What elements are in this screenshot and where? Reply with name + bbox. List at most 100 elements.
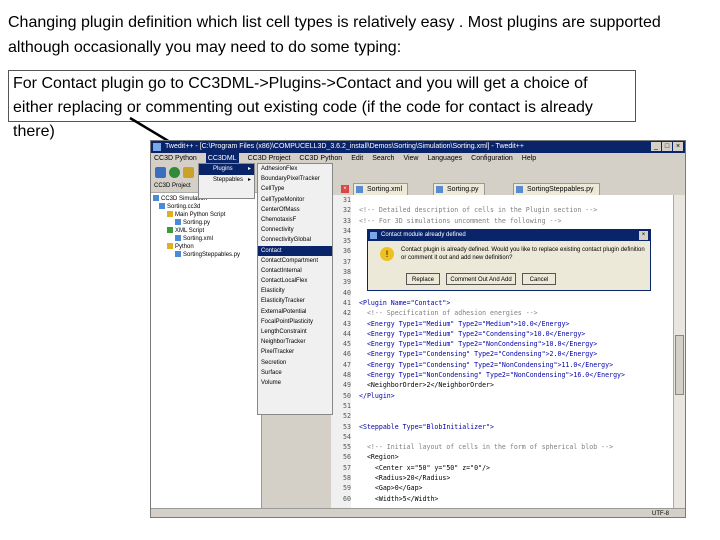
plugin-menu-item[interactable]: AdhesionFlex (258, 164, 332, 174)
line-number: 55 (343, 443, 351, 452)
line-number: 35 (343, 237, 351, 246)
project-panel: CC3D Project CC3D Simulation Sorting.cc3… (151, 181, 262, 517)
line-number: 41 (343, 298, 351, 307)
code-line: <Energy Type1="Condensing" Type2="NonCon… (359, 360, 614, 369)
line-number: 52 (343, 412, 351, 421)
line-number: 38 (343, 268, 351, 277)
tree-item[interactable]: XML Script (151, 227, 261, 235)
plugin-menu-item[interactable]: Secretion (258, 358, 332, 368)
code-line: <!-- For 3D simulations uncomment the fo… (359, 216, 562, 225)
plugins-submenu: AdhesionFlex BoundaryPixelTracker CellType… (257, 163, 333, 415)
plugin-menu-item[interactable]: ContactLocalFlex (258, 276, 332, 286)
code-line: <!-- Initial layout of cells in the form… (359, 443, 614, 452)
line-number: 32 (343, 206, 351, 215)
cancel-button[interactable]: Cancel (522, 273, 556, 285)
line-number: 56 (343, 453, 351, 462)
line-number: 48 (343, 371, 351, 380)
plugin-menu-item[interactable]: ContactInternal (258, 266, 332, 276)
dialog-close-button[interactable]: × (639, 231, 648, 240)
line-number: 31 (343, 196, 351, 204)
line-number: 50 (343, 391, 351, 400)
tree-item[interactable]: Sorting.xml (151, 235, 261, 243)
plugin-menu-item[interactable]: FocalPointPlasticity (258, 317, 332, 327)
plugin-menu-item[interactable]: CellType (258, 184, 332, 194)
warning-icon: ! (380, 247, 394, 261)
open-folder-icon[interactable] (183, 167, 194, 178)
code-line: <!-- Specification of adhesion energies … (359, 309, 538, 318)
python-icon (167, 243, 173, 250)
menu-item-steppables[interactable]: Steppables ▸ (199, 175, 254, 186)
menu-item[interactable]: Search (372, 153, 394, 164)
line-number: 60 (343, 494, 351, 503)
xml-icon (167, 227, 173, 234)
file-icon (175, 251, 181, 258)
simulation-icon (153, 195, 159, 202)
line-number: 51 (343, 401, 351, 410)
menu-item[interactable]: Help (522, 153, 536, 164)
plugin-menu-item[interactable]: LengthConstraint (258, 327, 332, 337)
code-line: <Radius>20</Radius> (359, 474, 451, 483)
plugin-menu-item[interactable]: ContactCompartment (258, 256, 332, 266)
tree-item[interactable]: Python (151, 243, 261, 251)
code-line: <Plugin Name="Contact"> (359, 298, 451, 307)
menu-item[interactable]: View (403, 153, 418, 164)
app-screenshot: Twedit++ - [C:\Program Files (x86)\COMPU… (150, 140, 686, 518)
plugin-menu-item[interactable]: Volume (258, 378, 332, 388)
contact-dialog: Contact module already defined × ! Conta… (367, 229, 651, 291)
plugin-menu-item[interactable]: NeighborTracker (258, 337, 332, 347)
tree-item[interactable]: Sorting.py (151, 219, 261, 227)
plugin-menu-item[interactable]: Surface (258, 368, 332, 378)
app-icon (370, 232, 377, 239)
plugin-menu-item[interactable]: ExternalPotential (258, 307, 332, 317)
tab-sorting-steppables[interactable]: SortingSteppables.py (513, 183, 600, 195)
encoding-status: UTF-8 (652, 511, 669, 517)
editor-scrollbar[interactable] (673, 195, 685, 508)
menu-item-plugins[interactable]: Plugins ▸ (199, 164, 254, 175)
menu-item[interactable]: Edit (351, 153, 363, 164)
code-line: <NeighborOrder>2</NeighborOrder> (359, 381, 494, 390)
replace-button[interactable]: Replace (406, 273, 440, 285)
scrollbar-thumb[interactable] (675, 335, 684, 395)
instruction-box: For Contact plugin go to CC3DML->Plugins… (8, 70, 636, 140)
menu-item[interactable]: Languages (427, 153, 462, 164)
tree-item[interactable]: Sorting.cc3d (151, 203, 261, 211)
code-line: </Plugin> (359, 391, 395, 400)
line-number: 36 (343, 247, 351, 256)
tab-sorting-py[interactable]: Sorting.py (433, 183, 485, 195)
menu-item[interactable]: Configuration (471, 153, 513, 164)
intro-paragraph: Changing plugin definition which list ce… (8, 14, 661, 56)
minimize-button[interactable]: _ (651, 142, 661, 151)
cc3dml-dropdown: Plugins ▸ Steppables ▸ (198, 163, 255, 199)
file-icon (175, 219, 181, 226)
close-button[interactable]: × (673, 142, 683, 151)
plugin-menu-item[interactable]: Contact (258, 245, 332, 256)
code-line: <Energy Type1="NonCondensing" Type2="Non… (359, 371, 625, 380)
line-number: 49 (343, 381, 351, 390)
plugin-menu-item[interactable]: ElasticityTracker (258, 296, 332, 306)
line-number: 42 (343, 309, 351, 318)
maximize-button[interactable]: □ (662, 142, 672, 151)
plugin-menu-item[interactable]: CellTypeMonitor (258, 195, 332, 205)
code-line: <Center x="50" y="50" z="0"/> (359, 463, 491, 472)
close-icon[interactable]: × (341, 185, 349, 193)
python-icon (167, 211, 173, 218)
line-number: 40 (343, 288, 351, 297)
plugin-menu-item[interactable]: Connectivity (258, 225, 332, 235)
code-line: <Energy Type1="Medium" Type2="Medium">10… (359, 319, 570, 328)
tab-sorting-xml[interactable]: × Sorting.xml (341, 183, 409, 195)
app-icon (153, 143, 161, 151)
tree-item[interactable]: Main Python Script (151, 211, 261, 219)
comment-out-button[interactable]: Comment Out And Add (446, 273, 516, 285)
plugin-menu-item[interactable]: ChemotaxisF (258, 215, 332, 225)
menu-item[interactable]: CC3D Python (154, 153, 197, 164)
tree-item[interactable]: SortingSteppables.py (151, 251, 261, 259)
globe-icon[interactable] (169, 167, 180, 178)
plugin-menu-item[interactable]: ConnectivityGlobal (258, 235, 332, 245)
plugin-menu-item[interactable]: Elasticity (258, 286, 332, 296)
plugin-menu-item[interactable]: BoundaryPixelTracker (258, 174, 332, 184)
plugin-menu-item[interactable]: PixelTracker (258, 347, 332, 357)
new-file-icon[interactable] (155, 167, 166, 178)
line-number: 43 (343, 319, 351, 328)
plugin-menu-item[interactable]: CenterOfMass (258, 205, 332, 215)
